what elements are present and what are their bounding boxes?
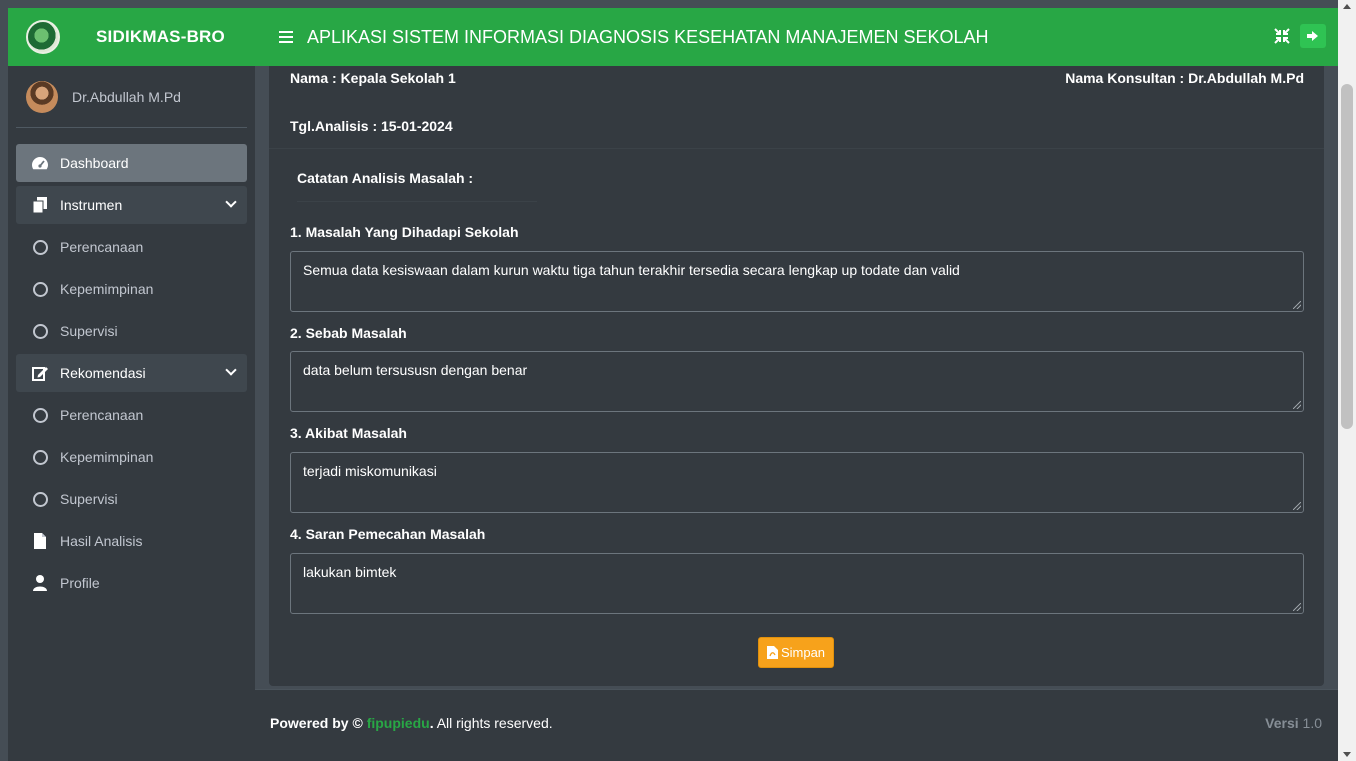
top-navbar: APLIKASI SISTEM INFORMASI DIAGNOSIS KESE… <box>255 8 1338 66</box>
logout-button[interactable] <box>1300 24 1326 48</box>
saran-textarea[interactable]: lakukan bimtek <box>290 553 1304 614</box>
consultant-name: Nama Konsultan : Dr.Abdullah M.Pd <box>1065 70 1304 86</box>
analysis-date: Tgl.Analisis : 15-01-2024 <box>290 118 453 134</box>
sidebar-item-label: Hasil Analisis <box>60 533 143 549</box>
save-button[interactable]: Simpan <box>758 637 834 668</box>
footer-credit: Powered by © fipupiedu. All rights reser… <box>270 715 553 731</box>
analysis-card: Nama : Kepala Sekolah 1 Nama Konsultan :… <box>269 66 1324 686</box>
brand-logo <box>26 20 60 54</box>
notes-title: Catatan Analisis Masalah : <box>297 170 474 186</box>
akibat-textarea[interactable]: terjadi miskomunikasi <box>290 452 1304 513</box>
version-label: Versi <box>1265 715 1299 731</box>
masalah-textarea[interactable]: Semua data kesiswaan dalam kurun waktu t… <box>290 251 1304 312</box>
sidebar-item-label: Perencanaan <box>60 407 144 423</box>
circle-icon <box>30 281 50 297</box>
sidebar-item-kepemimpinan-rekomendasi[interactable]: Kepemimpinan <box>16 438 247 476</box>
sebab-value: data belum tersususn dengan benar <box>303 362 528 378</box>
sidebar-item-label: Supervisi <box>60 491 118 507</box>
akibat-value: terjadi miskomunikasi <box>303 463 437 479</box>
circle-icon <box>30 491 50 507</box>
file-icon <box>30 533 50 549</box>
scrollbar-thumb[interactable] <box>1341 84 1353 429</box>
masalah-value: Semua data kesiswaan dalam kurun waktu t… <box>303 262 960 278</box>
divider <box>269 148 1324 149</box>
student-name: Nama : Kepala Sekolah 1 <box>290 70 456 86</box>
page-scrollbar[interactable] <box>1338 0 1356 761</box>
footer: Powered by © fipupiedu. All rights reser… <box>255 689 1338 761</box>
field-label-masalah: 1. Masalah Yang Dihadapi Sekolah <box>290 224 519 240</box>
user-panel[interactable]: Dr.Abdullah M.Pd <box>16 66 247 128</box>
sidebar-item-profile[interactable]: Profile <box>16 564 247 602</box>
field-label-saran: 4. Saran Pemecahan Masalah <box>290 526 486 542</box>
sidebar-item-instrumen[interactable]: Instrumen <box>16 186 247 224</box>
divider <box>297 201 537 202</box>
circle-icon <box>30 407 50 423</box>
sidebar-item-label: Rekomendasi <box>60 365 146 381</box>
sidebar-item-supervisi[interactable]: Supervisi <box>16 312 247 350</box>
circle-icon <box>30 239 50 255</box>
saran-value: lakukan bimtek <box>303 564 397 580</box>
footer-prefix: Powered by © <box>270 715 363 731</box>
copy-icon <box>30 197 50 213</box>
sidebar-item-dashboard[interactable]: Dashboard <box>16 144 247 182</box>
sidebar-item-label: Instrumen <box>60 197 123 213</box>
chevron-down-icon <box>225 196 237 208</box>
tachometer-icon <box>30 155 50 171</box>
sidebar-item-label: Kepemimpinan <box>60 281 154 297</box>
save-button-label: Simpan <box>780 645 826 660</box>
sidebar-item-hasil-analisis[interactable]: Hasil Analisis <box>16 522 247 560</box>
sidebar-item-perencanaan-rekomendasi[interactable]: Perencanaan <box>16 396 247 434</box>
sidebar-item-label: Profile <box>60 575 100 591</box>
resize-grip-icon[interactable] <box>1293 401 1301 409</box>
page-title: APLIKASI SISTEM INFORMASI DIAGNOSIS KESE… <box>307 26 989 47</box>
user-name[interactable]: Dr.Abdullah M.Pd <box>72 89 181 105</box>
hamburger-menu-icon[interactable] <box>279 31 293 43</box>
sidebar-item-supervisi-rekomendasi[interactable]: Supervisi <box>16 480 247 518</box>
footer-suffix: All rights reserved. <box>433 715 553 731</box>
footer-version: Versi 1.0 <box>1265 715 1322 731</box>
sidebar-nav: Dashboard Instrumen Perencanaan Kepemimp… <box>8 144 255 602</box>
sidebar-item-label: Supervisi <box>60 323 118 339</box>
sidebar-item-label: Perencanaan <box>60 239 144 255</box>
sidebar-item-kepemimpinan[interactable]: Kepemimpinan <box>16 270 247 308</box>
footer-link[interactable]: fipupiedu <box>367 715 430 731</box>
circle-icon <box>30 323 50 339</box>
sidebar-item-label: Dashboard <box>60 155 129 171</box>
avatar <box>26 80 58 113</box>
brand-name: SIDIKMAS-BRO <box>96 27 225 46</box>
sidebar-item-perencanaan[interactable]: Perencanaan <box>16 228 247 266</box>
user-icon <box>30 575 50 591</box>
circle-icon <box>30 449 50 465</box>
field-label-akibat: 3. Akibat Masalah <box>290 425 407 441</box>
edit-icon <box>30 365 50 381</box>
sebab-textarea[interactable]: data belum tersususn dengan benar <box>290 351 1304 412</box>
field-label-sebab: 2. Sebab Masalah <box>290 325 407 341</box>
sidebar: SIDIKMAS-BRO Dr.Abdullah M.Pd Dashboard … <box>8 8 255 761</box>
version-number: 1.0 <box>1302 715 1322 731</box>
logout-icon <box>1307 31 1318 41</box>
brand-link[interactable]: SIDIKMAS-BRO <box>8 8 255 66</box>
content-wrapper: Nama : Kepala Sekolah 1 Nama Konsultan :… <box>255 66 1338 689</box>
sidebar-item-rekomendasi[interactable]: Rekomendasi <box>16 354 247 392</box>
chevron-down-icon <box>225 364 237 376</box>
resize-grip-icon[interactable] <box>1293 301 1301 309</box>
resize-grip-icon[interactable] <box>1293 603 1301 611</box>
file-pdf-icon <box>766 646 778 659</box>
resize-grip-icon[interactable] <box>1293 502 1301 510</box>
scroll-down-icon[interactable] <box>1343 752 1351 757</box>
sidebar-item-label: Kepemimpinan <box>60 449 154 465</box>
fullscreen-icon[interactable] <box>1274 28 1290 44</box>
scroll-up-icon[interactable] <box>1343 4 1351 9</box>
